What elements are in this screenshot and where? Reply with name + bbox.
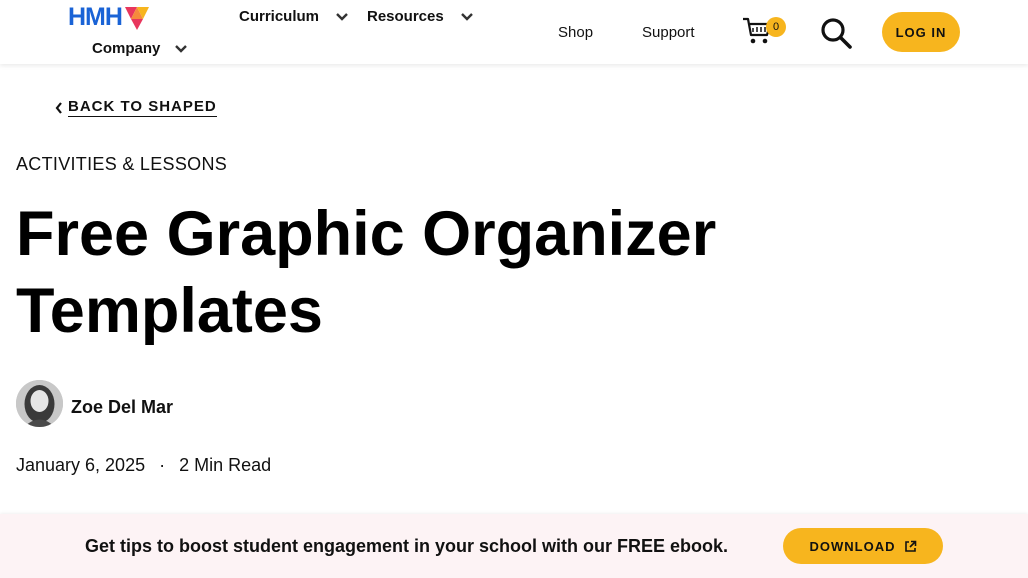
nav-company-label: Company bbox=[92, 40, 161, 57]
back-link-label: BACK TO SHAPED bbox=[68, 98, 217, 117]
nav-shop[interactable]: Shop bbox=[558, 24, 593, 41]
login-button[interactable]: LOG IN bbox=[882, 12, 960, 52]
banner-text: Get tips to boost student engagement in … bbox=[85, 536, 729, 556]
publish-date: January 6, 2025 bbox=[16, 455, 146, 475]
external-link-icon bbox=[904, 540, 916, 552]
back-link[interactable]: BACK TO SHAPED bbox=[54, 98, 217, 117]
author-name[interactable]: Zoe Del Mar bbox=[71, 397, 173, 418]
article-category[interactable]: ACTIVITIES & LESSONS bbox=[16, 154, 227, 175]
ebook-promo-banner: Get tips to boost student engagement in … bbox=[0, 514, 1028, 578]
nav-company[interactable]: Company bbox=[92, 40, 188, 57]
logo-text: HMH bbox=[68, 2, 123, 31]
site-header: HMH Curriculum Resources Company Shop Su… bbox=[0, 0, 1028, 64]
nav-curriculum[interactable]: Curriculum bbox=[239, 8, 349, 25]
chevron-down-icon bbox=[336, 12, 348, 21]
meta-separator: · bbox=[159, 455, 166, 475]
nav-resources[interactable]: Resources bbox=[367, 8, 474, 25]
chevron-left-icon bbox=[55, 101, 62, 114]
download-button-label: DOWNLOAD bbox=[809, 538, 896, 554]
article-meta: January 6, 2025 · 2 Min Read bbox=[16, 455, 271, 476]
download-button[interactable]: DOWNLOAD bbox=[783, 528, 943, 564]
nav-resources-label: Resources bbox=[367, 8, 444, 25]
chevron-down-icon bbox=[175, 44, 188, 53]
author-avatar-image bbox=[16, 380, 63, 427]
read-time: 2 Min Read bbox=[179, 455, 272, 475]
cart-count-badge: 0 bbox=[766, 17, 786, 37]
nav-support[interactable]: Support bbox=[642, 24, 695, 41]
author-avatar bbox=[16, 380, 63, 427]
nav-curriculum-label: Curriculum bbox=[239, 8, 320, 25]
chevron-down-icon bbox=[460, 12, 473, 21]
search-icon[interactable] bbox=[820, 17, 852, 49]
logo-mark-icon bbox=[124, 7, 149, 30]
page-title: Free Graphic Organizer Templates bbox=[16, 199, 717, 346]
hmh-logo[interactable]: HMH bbox=[68, 2, 151, 32]
